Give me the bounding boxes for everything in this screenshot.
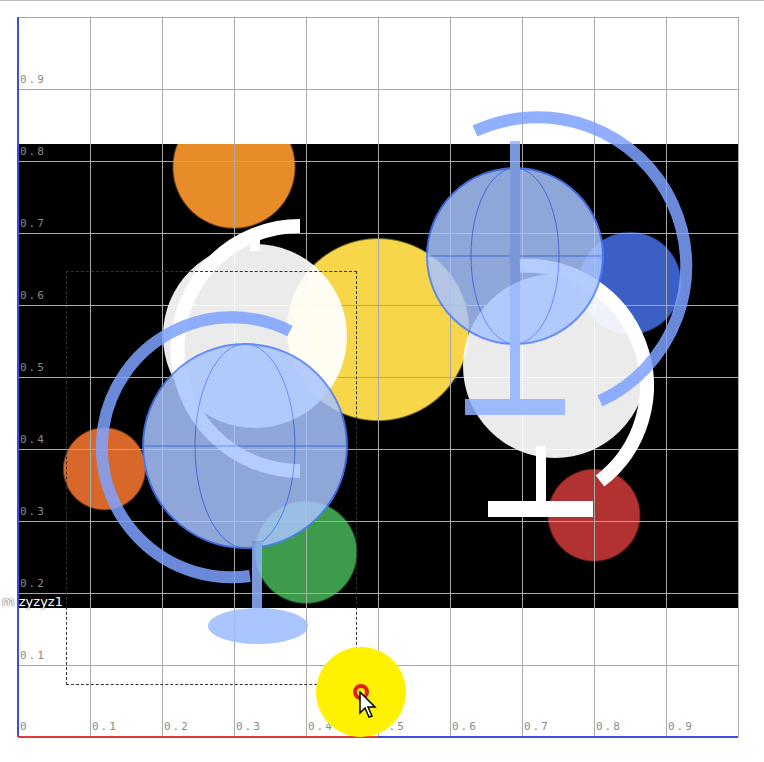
grid-line: [18, 89, 738, 90]
x-axis: [18, 736, 738, 738]
grid-line: [18, 17, 738, 18]
globe-objects[interactable]: [0, 1, 764, 762]
x-tick-label: 0.6: [452, 720, 478, 733]
y-tick-label: 0.7: [20, 217, 46, 230]
y-tick-label: 0.9: [20, 73, 46, 86]
y-tick-label: 0.2: [20, 577, 46, 590]
grid-line: [18, 305, 738, 306]
object-label: m zyzyz1: [2, 594, 63, 609]
y-tick-label: 0.4: [20, 433, 46, 446]
wireframe-globe-icon[interactable]: [427, 117, 686, 415]
grid-line: [738, 17, 739, 737]
x-tick-label: 0.9: [668, 720, 694, 733]
x-tick-label: 0.8: [596, 720, 622, 733]
y-tick-label: 0.6: [20, 289, 46, 302]
x-tick-label: 0.7: [524, 720, 550, 733]
x-tick-label: 0: [20, 720, 29, 733]
grid-line: [18, 233, 738, 234]
mouse-cursor-icon: [359, 691, 379, 719]
y-tick-label: 0.3: [20, 505, 46, 518]
x-tick-label: 0.2: [164, 720, 190, 733]
x-tick-label: 0.1: [92, 720, 118, 733]
selection-box[interactable]: [66, 271, 357, 685]
canvas-editor[interactable]: m zyzyz1 0.1 0.2 0.3 0.4 0.5 0.6 0.7 0.8 0.9 0 0.1 0…: [0, 0, 764, 762]
y-axis: [17, 17, 19, 737]
x-tick-label: 0.3: [236, 720, 262, 733]
grid-line: [18, 593, 738, 594]
y-tick-label: 0.5: [20, 361, 46, 374]
wireframe-globe-icon[interactable]: [102, 317, 347, 644]
y-tick-label: 0.1: [20, 649, 46, 662]
grid-line: [18, 161, 738, 162]
y-tick-label: 0.8: [20, 145, 46, 158]
